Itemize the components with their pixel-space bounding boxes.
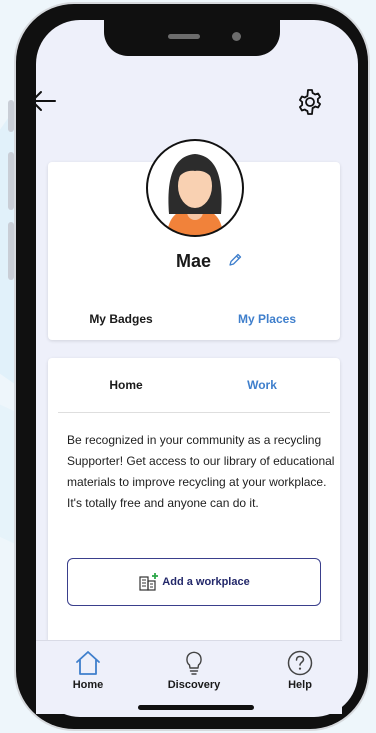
lightbulb-icon <box>186 651 202 675</box>
home-indicator <box>138 705 254 710</box>
places-description: Be recognized in your community as a rec… <box>67 433 335 510</box>
building-plus-icon <box>139 573 159 591</box>
profile-name: Mae <box>176 251 212 271</box>
phone-side-button <box>8 152 14 210</box>
phone-speaker <box>168 34 200 39</box>
nav-discovery[interactable]: Discovery <box>154 650 234 691</box>
nav-help-label: Help <box>288 679 312 691</box>
pencil-icon[interactable] <box>227 252 243 268</box>
avatar[interactable] <box>145 138 245 238</box>
tab-work[interactable]: Work <box>194 378 330 392</box>
nav-help[interactable]: Help <box>260 650 340 691</box>
phone-side-button <box>8 100 14 132</box>
nav-home-label: Home <box>72 679 104 691</box>
add-workplace-label: Add a workplace <box>162 576 250 588</box>
tab-my-badges[interactable]: My Badges <box>48 312 194 326</box>
nav-discovery-label: Discovery <box>167 679 221 691</box>
add-workplace-button[interactable]: Add a workplace <box>67 558 321 606</box>
house-icon <box>76 651 100 675</box>
phone-side-button <box>8 222 14 280</box>
phone-camera <box>232 32 241 41</box>
gear-icon[interactable] <box>296 88 324 116</box>
question-circle-icon <box>287 650 313 676</box>
arrow-left-icon[interactable] <box>28 86 58 116</box>
nav-home[interactable]: Home <box>48 650 128 691</box>
tab-divider <box>58 412 330 413</box>
tab-my-places[interactable]: My Places <box>194 312 340 326</box>
tab-home[interactable]: Home <box>58 378 194 392</box>
